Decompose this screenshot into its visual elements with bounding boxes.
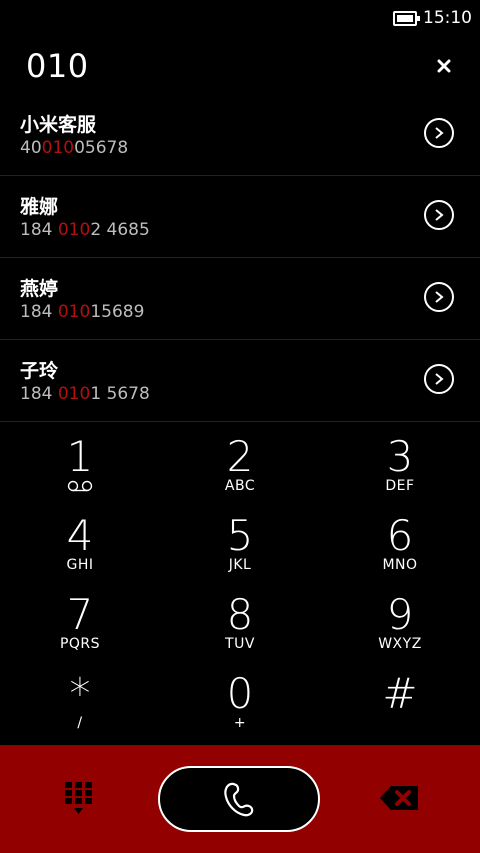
close-icon — [437, 59, 451, 73]
key-letters: TUV — [225, 636, 255, 652]
key-4[interactable]: 4 GHI — [0, 507, 160, 586]
contact-match-list: 小米客服 4001005678 雅娜 184 0102 4685 燕婷 184 … — [0, 94, 480, 422]
chevron-right-icon — [435, 127, 444, 139]
dial-keypad: 1 2 ABC 3 DEF 4 GHI 5 JKL 6 MNO 7 PQRS 8… — [0, 428, 480, 744]
contact-detail-button[interactable] — [424, 118, 454, 148]
key-digit: * — [69, 669, 91, 718]
key-digit: 6 — [386, 511, 414, 560]
key-digit: 7 — [66, 590, 94, 639]
contact-row[interactable]: 小米客服 4001005678 — [0, 94, 480, 176]
key-letters: PQRS — [59, 636, 101, 652]
battery-icon — [393, 10, 420, 26]
key-digit: 1 — [66, 432, 94, 481]
key-letters: / — [77, 715, 83, 731]
status-time: 15:10 — [423, 8, 472, 28]
key-letters: + — [233, 715, 247, 731]
contact-row[interactable]: 雅娜 184 0102 4685 — [0, 176, 480, 258]
call-action-bar — [0, 745, 480, 853]
key-letters: GHI — [66, 557, 94, 573]
contact-name: 燕婷 — [20, 278, 59, 300]
contact-name: 雅娜 — [20, 196, 59, 218]
matched-digits: 010 — [57, 384, 91, 404]
contact-detail-button[interactable] — [424, 200, 454, 230]
backspace-icon — [380, 786, 418, 810]
key-1[interactable]: 1 — [0, 428, 160, 507]
key-hash[interactable]: # — [320, 665, 480, 744]
phone-icon — [224, 782, 254, 817]
contact-name: 子玲 — [20, 360, 59, 382]
dialpad-icon — [65, 782, 92, 814]
voicemail-icon — [67, 480, 93, 492]
contact-detail-button[interactable] — [424, 282, 454, 312]
contact-number: 4001005678 — [20, 138, 129, 158]
matched-digits: 010 — [57, 302, 91, 322]
key-digit: 0 — [226, 669, 254, 718]
key-9[interactable]: 9 WXYZ — [320, 586, 480, 665]
key-digit: 3 — [386, 432, 414, 481]
key-7[interactable]: 7 PQRS — [0, 586, 160, 665]
key-0[interactable]: 0 + — [160, 665, 320, 744]
key-letters: DEF — [385, 478, 415, 494]
contact-number: 184 0101 5678 — [20, 384, 150, 404]
key-digit: 5 — [226, 511, 254, 560]
contact-name: 小米客服 — [20, 114, 97, 136]
status-bar: 15:10 — [0, 0, 480, 36]
clear-button[interactable] — [432, 54, 456, 78]
key-digit: # — [382, 669, 418, 718]
key-star[interactable]: * / — [0, 665, 160, 744]
key-digit: 8 — [226, 590, 254, 639]
key-letters: WXYZ — [378, 636, 422, 652]
chevron-right-icon — [435, 373, 444, 385]
dialpad-toggle-button[interactable] — [62, 781, 96, 817]
contact-detail-button[interactable] — [424, 364, 454, 394]
call-button[interactable] — [158, 766, 320, 832]
contact-row[interactable]: 子玲 184 0101 5678 — [0, 340, 480, 422]
key-5[interactable]: 5 JKL — [160, 507, 320, 586]
contact-number: 184 01015689 — [20, 302, 145, 322]
key-digit: 4 — [66, 511, 94, 560]
dial-input-row: 010 — [0, 36, 480, 96]
key-digit: 2 — [226, 432, 254, 481]
contact-row[interactable]: 燕婷 184 01015689 — [0, 258, 480, 340]
dialed-number[interactable]: 010 — [26, 47, 89, 85]
key-8[interactable]: 8 TUV — [160, 586, 320, 665]
matched-digits: 010 — [57, 220, 91, 240]
key-digit: 9 — [386, 590, 414, 639]
chevron-right-icon — [435, 209, 444, 221]
key-2[interactable]: 2 ABC — [160, 428, 320, 507]
key-3[interactable]: 3 DEF — [320, 428, 480, 507]
key-letters: ABC — [224, 478, 256, 494]
backspace-button[interactable] — [378, 783, 420, 813]
key-6[interactable]: 6 MNO — [320, 507, 480, 586]
chevron-right-icon — [435, 291, 444, 303]
key-letters: MNO — [382, 557, 418, 573]
contact-number: 184 0102 4685 — [20, 220, 150, 240]
matched-digits: 010 — [41, 138, 75, 158]
key-letters: JKL — [228, 557, 252, 573]
